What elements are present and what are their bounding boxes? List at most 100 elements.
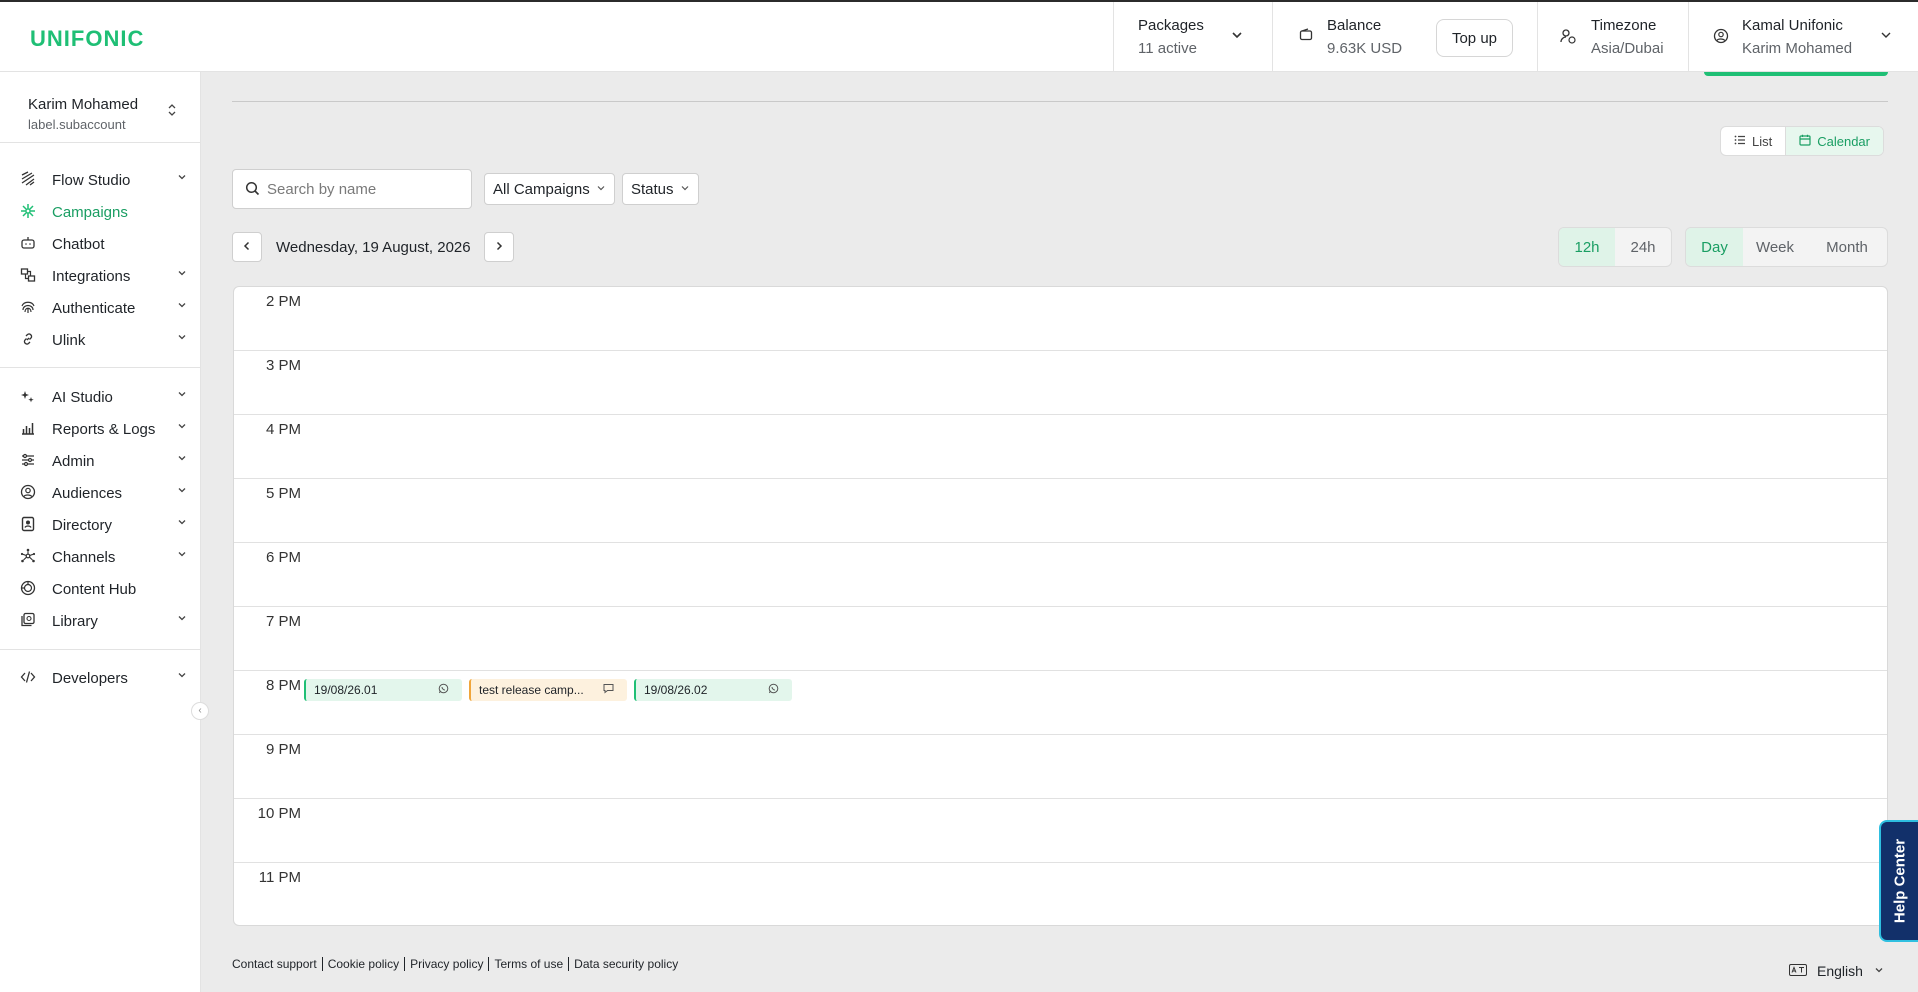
- message-icon: [603, 683, 614, 697]
- sidebar-item-library[interactable]: Library: [0, 606, 200, 636]
- switch-account-icon[interactable]: [167, 102, 177, 118]
- sidebar-item-admin[interactable]: Admin: [0, 446, 200, 476]
- time-format-12h-button[interactable]: 12h: [1559, 228, 1615, 266]
- sidebar-item-chatbot[interactable]: Chatbot: [0, 229, 200, 259]
- help-center-label: Help Center: [1891, 838, 1908, 924]
- user-clock-icon: [1560, 28, 1576, 47]
- chevron-down-icon: [176, 388, 188, 403]
- top-up-button[interactable]: Top up: [1436, 19, 1513, 57]
- sparkle-icon: [19, 388, 37, 406]
- list-view-button[interactable]: List: [1721, 127, 1785, 155]
- hour-row[interactable]: 8 PM 19/08/26.01 test release camp... 19…: [234, 671, 1887, 735]
- library-icon: [19, 612, 37, 630]
- hour-row[interactable]: 5 PM: [234, 479, 1887, 543]
- list-view-label: List: [1752, 133, 1773, 149]
- sidebar-item-ulink[interactable]: Ulink: [0, 325, 200, 355]
- day-calendar: 2 PM 3 PM 4 PM 5 PM 6 PM 7 PM 8 PM 19/08…: [233, 286, 1888, 926]
- cookie-policy-link[interactable]: Cookie policy: [323, 957, 406, 971]
- chevron-right-icon: [493, 239, 505, 255]
- brand-logo[interactable]: UNIFONIC: [30, 26, 144, 52]
- language-value: English: [1817, 963, 1863, 979]
- sidebar-collapse-icon[interactable]: ‹: [191, 702, 209, 720]
- sidebar-item-reports-logs[interactable]: Reports & Logs: [0, 414, 200, 444]
- sidebar-item-developers[interactable]: Developers: [0, 663, 200, 693]
- user-name: Kamal Unifonic: [1742, 17, 1843, 34]
- previous-day-button[interactable]: [232, 232, 262, 262]
- chevron-down-icon: [176, 452, 188, 467]
- hour-label: 2 PM: [265, 293, 301, 310]
- hour-label: 3 PM: [265, 357, 301, 374]
- sidebar-item-label: Campaigns: [52, 204, 128, 221]
- chatbot-icon: [19, 235, 37, 253]
- create-campaign-button-edge[interactable]: [1704, 72, 1888, 76]
- campaign-event[interactable]: test release camp...: [469, 679, 627, 701]
- sidebar-item-authenticate[interactable]: Authenticate: [0, 293, 200, 323]
- next-day-button[interactable]: [484, 232, 514, 262]
- sidebar-item-label: Reports & Logs: [52, 421, 156, 438]
- hour-row[interactable]: 9 PM: [234, 735, 1887, 799]
- packages-selector[interactable]: Packages 11 active: [1113, 2, 1272, 72]
- hour-row[interactable]: 7 PM: [234, 607, 1887, 671]
- campaign-event[interactable]: 19/08/26.02: [634, 679, 792, 701]
- hour-row[interactable]: 6 PM: [234, 543, 1887, 607]
- contact-support-link[interactable]: Contact support: [232, 957, 323, 971]
- hour-row[interactable]: 10 PM: [234, 799, 1887, 863]
- sidebar-item-label: AI Studio: [52, 389, 113, 406]
- hour-label: 9 PM: [265, 741, 301, 758]
- language-selector[interactable]: English: [1789, 963, 1885, 979]
- time-format-24h-button[interactable]: 24h: [1615, 228, 1671, 266]
- sidebar-item-audiences[interactable]: Audiences: [0, 478, 200, 508]
- chevron-down-icon: [176, 299, 188, 314]
- sidebar-item-channels[interactable]: Channels: [0, 542, 200, 572]
- privacy-policy-link[interactable]: Privacy policy: [405, 957, 490, 971]
- app-header: UNIFONIC Packages 11 active Balance 9.63…: [0, 2, 1918, 72]
- hour-label: 8 PM: [265, 677, 301, 694]
- hour-label: 10 PM: [257, 805, 301, 822]
- sidebar-item-ai-studio[interactable]: AI Studio: [0, 382, 200, 412]
- user-menu[interactable]: Kamal Unifonic Karim Mohamed: [1688, 2, 1918, 72]
- hour-row[interactable]: 4 PM: [234, 415, 1887, 479]
- campaign-event[interactable]: 19/08/26.01: [304, 679, 462, 701]
- status-filter-dropdown[interactable]: Status: [622, 173, 699, 205]
- calendar-view-button[interactable]: Calendar: [1785, 127, 1883, 155]
- timezone-label: Timezone: [1591, 17, 1657, 34]
- chevron-down-icon: [1230, 28, 1244, 45]
- calendar-icon: [1799, 134, 1811, 149]
- campaigns-icon: [19, 203, 37, 221]
- hour-row[interactable]: 3 PM: [234, 351, 1887, 415]
- data-security-policy-link[interactable]: Data security policy: [569, 957, 683, 971]
- sidebar-item-label: Audiences: [52, 485, 123, 502]
- sidebar-item-label: Integrations: [52, 268, 131, 285]
- chevron-down-icon: [176, 612, 188, 627]
- campaign-filter-dropdown[interactable]: All Campaigns: [484, 173, 615, 205]
- fingerprint-icon: [19, 299, 37, 317]
- sidebar: Karim Mohamed label.subaccount Flow Stud…: [0, 72, 201, 992]
- calendar-view-label: Calendar: [1817, 133, 1870, 149]
- network-icon: [19, 548, 37, 566]
- hour-row[interactable]: 2 PM: [234, 287, 1887, 351]
- sidebar-item-integrations[interactable]: Integrations: [0, 261, 200, 291]
- sidebar-item-content-hub[interactable]: Content Hub: [0, 574, 200, 604]
- search-input[interactable]: [267, 179, 463, 199]
- timezone-selector[interactable]: Timezone Asia/Dubai: [1537, 2, 1688, 72]
- sidebar-item-directory[interactable]: Directory: [0, 510, 200, 540]
- link-icon: [19, 331, 37, 349]
- code-icon: [19, 669, 37, 687]
- chevron-down-icon: [1879, 28, 1893, 45]
- range-week-button[interactable]: Week: [1743, 228, 1807, 266]
- range-day-button[interactable]: Day: [1686, 228, 1743, 266]
- range-month-button[interactable]: Month: [1807, 228, 1887, 266]
- chevron-down-icon: [176, 420, 188, 435]
- sidebar-item-label: Admin: [52, 453, 95, 470]
- whatsapp-icon: [768, 683, 779, 697]
- packages-label: Packages: [1138, 17, 1204, 34]
- sidebar-item-label: Ulink: [52, 332, 86, 349]
- terms-of-use-link[interactable]: Terms of use: [489, 957, 570, 971]
- hour-row[interactable]: 11 PM: [234, 863, 1887, 925]
- balance-label: Balance: [1327, 17, 1382, 34]
- timezone-value: Asia/Dubai: [1591, 40, 1664, 57]
- help-center-tab[interactable]: Help Center: [1879, 820, 1918, 942]
- sidebar-item-flow-studio[interactable]: Flow Studio: [0, 165, 200, 195]
- sidebar-item-campaigns[interactable]: Campaigns: [0, 197, 200, 227]
- flow-studio-icon: [19, 171, 37, 189]
